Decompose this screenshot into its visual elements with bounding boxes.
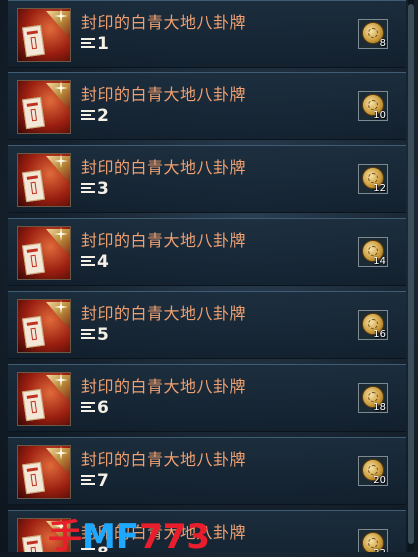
- item-count: 10: [373, 110, 386, 121]
- item-name: 封印的白青大地八卦牌: [81, 450, 247, 469]
- currency-slot[interactable]: 14: [358, 237, 388, 267]
- item-name: 封印的白青大地八卦牌: [81, 231, 247, 250]
- item-row[interactable]: 封印的白青大地八卦牌 5 16: [8, 291, 406, 359]
- item-level-value: 5: [97, 325, 109, 345]
- item-count: 22: [373, 548, 386, 552]
- currency-slot[interactable]: 22: [358, 529, 388, 552]
- card-icon: [22, 534, 45, 552]
- watermark: 手MF773: [48, 520, 210, 554]
- item-level-value: 4: [97, 252, 109, 272]
- item-level-value: 2: [97, 106, 109, 126]
- card-icon: [22, 96, 45, 130]
- sparkle-icon: [54, 227, 68, 241]
- item-count: 8: [379, 38, 386, 49]
- item-level: 5: [81, 325, 109, 345]
- currency-slot[interactable]: 20: [358, 456, 388, 486]
- bagua-card-icon[interactable]: [17, 226, 71, 280]
- item-count: 12: [373, 183, 386, 194]
- item-level-value: 1: [97, 34, 109, 54]
- watermark-part-1: 手: [48, 517, 82, 557]
- item-row[interactable]: 封印的白青大地八卦牌 3 12: [8, 145, 406, 213]
- card-icon: [22, 169, 45, 203]
- card-icon: [22, 461, 45, 495]
- level-bars-icon: [81, 37, 95, 50]
- bagua-card-icon[interactable]: [17, 153, 71, 207]
- sparkle-icon: [54, 300, 68, 314]
- card-icon: [22, 242, 45, 276]
- item-row[interactable]: 封印的白青大地八卦牌 7 20: [8, 437, 406, 505]
- item-row[interactable]: 封印的白青大地八卦牌 2 10: [8, 72, 406, 140]
- item-name: 封印的白青大地八卦牌: [81, 377, 247, 396]
- item-count: 14: [373, 256, 386, 267]
- bagua-card-icon[interactable]: [17, 80, 71, 134]
- item-level: 1: [81, 34, 109, 54]
- bagua-card-icon[interactable]: [17, 8, 71, 62]
- sparkle-icon: [54, 9, 68, 23]
- item-level-value: 6: [97, 398, 109, 418]
- item-count: 20: [373, 475, 386, 486]
- card-icon: [22, 24, 45, 58]
- bagua-card-icon[interactable]: [17, 372, 71, 426]
- item-level-value: 3: [97, 179, 109, 199]
- item-row[interactable]: 封印的白青大地八卦牌 6 18: [8, 364, 406, 432]
- currency-slot[interactable]: 16: [358, 310, 388, 340]
- level-bars-icon: [81, 109, 95, 122]
- item-level: 3: [81, 179, 109, 199]
- item-level: 2: [81, 106, 109, 126]
- sparkle-icon: [54, 446, 68, 460]
- level-bars-icon: [81, 474, 95, 487]
- currency-slot[interactable]: 18: [358, 383, 388, 413]
- bagua-card-icon[interactable]: [17, 299, 71, 353]
- level-bars-icon: [81, 182, 95, 195]
- scrollbar[interactable]: [408, 0, 414, 552]
- item-list: 封印的白青大地八卦牌 1 8 封印的白青大地八卦牌 2 10 封印的白青大地八卦牌 3 12 封印…: [8, 0, 406, 552]
- level-bars-icon: [81, 401, 95, 414]
- item-count: 18: [373, 402, 386, 413]
- watermark-part-3: 773: [139, 517, 211, 557]
- level-bars-icon: [81, 328, 95, 341]
- bagua-card-icon[interactable]: [17, 445, 71, 499]
- item-count: 16: [373, 329, 386, 340]
- item-level: 6: [81, 398, 109, 418]
- scrollbar-thumb[interactable]: [408, 4, 414, 544]
- card-icon: [22, 315, 45, 349]
- item-row[interactable]: 封印的白青大地八卦牌 4 14: [8, 218, 406, 286]
- currency-slot[interactable]: 12: [358, 164, 388, 194]
- sparkle-icon: [54, 154, 68, 168]
- card-icon: [22, 388, 45, 422]
- item-name: 封印的白青大地八卦牌: [81, 85, 247, 104]
- item-name: 封印的白青大地八卦牌: [81, 13, 247, 32]
- watermark-part-2: MF: [82, 517, 140, 557]
- item-level: 4: [81, 252, 109, 272]
- item-level-value: 7: [97, 471, 109, 491]
- item-name: 封印的白青大地八卦牌: [81, 158, 247, 177]
- item-row[interactable]: 封印的白青大地八卦牌 1 8: [8, 0, 406, 68]
- level-bars-icon: [81, 255, 95, 268]
- sparkle-icon: [54, 81, 68, 95]
- item-name: 封印的白青大地八卦牌: [81, 304, 247, 323]
- sparkle-icon: [54, 373, 68, 387]
- item-level: 7: [81, 471, 109, 491]
- currency-slot[interactable]: 10: [358, 91, 388, 121]
- currency-slot[interactable]: 8: [358, 19, 388, 49]
